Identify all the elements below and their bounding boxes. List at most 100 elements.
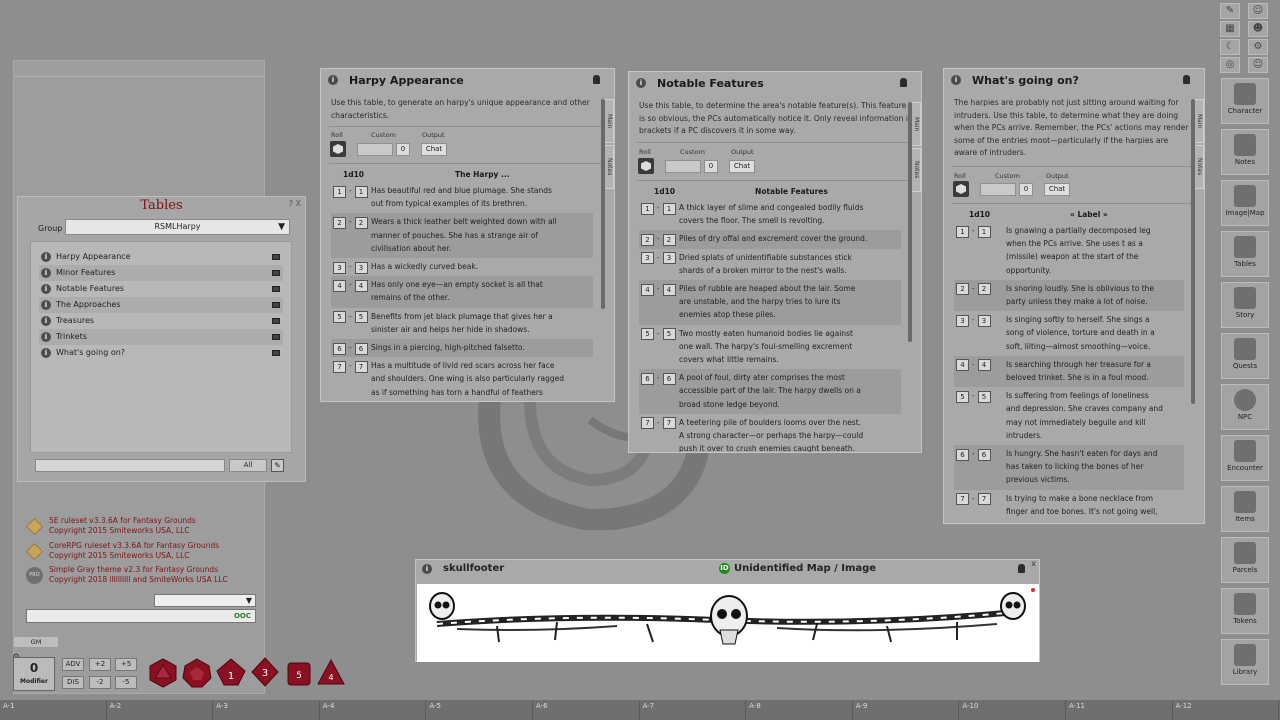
range-from-field[interactable]: 2 — [333, 217, 346, 229]
row-result-text[interactable]: Has only one eye—an empty socket is all … — [331, 276, 593, 307]
row-result-text[interactable]: Dried splats of unidentifiable substance… — [639, 249, 901, 280]
custom-mod-field[interactable]: 0 — [704, 160, 718, 173]
link-icon[interactable] — [272, 254, 280, 260]
custom-mod-field[interactable]: 0 — [1019, 183, 1033, 196]
range-from-field[interactable]: 1 — [333, 185, 346, 198]
list-item[interactable]: i Treasures — [39, 313, 283, 329]
row-result-text[interactable]: Benefits from jet black plumage that giv… — [331, 308, 593, 339]
link-icon[interactable] — [272, 286, 280, 292]
info-icon[interactable]: i — [328, 75, 338, 85]
range-to-field[interactable]: 4 — [977, 359, 991, 372]
link-icon[interactable] — [272, 270, 280, 276]
row-result-text[interactable]: Piles of rubble are heaped about the lai… — [639, 280, 901, 325]
sidebar-item-items[interactable]: Items — [1221, 486, 1269, 532]
range-to-field[interactable]: 7 — [977, 493, 991, 506]
scrollbar[interactable] — [908, 102, 912, 342]
chat-input[interactable]: OOC — [26, 609, 256, 623]
info-icon[interactable]: i — [422, 564, 432, 574]
range-to-field[interactable]: 5 — [662, 328, 676, 341]
range-to-field[interactable]: 5 — [977, 390, 991, 403]
range-to-field[interactable]: 4 — [354, 279, 368, 292]
info-icon[interactable]: i — [41, 332, 51, 342]
range-from-field[interactable]: 5 — [333, 311, 346, 324]
hotkey-slot[interactable]: A-7 — [640, 700, 747, 720]
scrollbar[interactable] — [601, 99, 605, 309]
list-item[interactable]: i Trinkets — [39, 329, 283, 345]
adv-button[interactable]: ADV — [62, 658, 84, 671]
range-to-field[interactable]: 3 — [662, 252, 676, 265]
row-result-text[interactable]: Has beautiful red and blue plumage. She … — [331, 182, 593, 213]
range-from-field[interactable]: 3 — [956, 314, 969, 327]
hotkey-slot[interactable]: A-1 — [0, 700, 107, 720]
row-result-text[interactable]: Piles of dry offal and excrement cover t… — [639, 230, 901, 248]
range-from-field[interactable]: 6 — [333, 342, 346, 355]
sidebar-item-tokens[interactable]: Tokens — [1221, 588, 1269, 634]
lock-icon[interactable] — [593, 75, 600, 84]
range-from-field[interactable]: 1 — [956, 225, 969, 238]
custom-dice-field[interactable] — [665, 160, 701, 173]
custom-mod-field[interactable]: 0 — [396, 143, 410, 156]
sidebar-item-quests[interactable]: Quests — [1221, 333, 1269, 379]
range-to-field[interactable]: 5 — [354, 311, 368, 324]
range-from-field[interactable]: 2 — [641, 234, 654, 246]
range-to-field[interactable]: 6 — [354, 342, 368, 355]
lock-icon[interactable] — [1183, 75, 1190, 84]
row-result-text[interactable]: Sings in a piercing, high-pitched falset… — [331, 339, 593, 357]
roll-dice-button[interactable] — [330, 141, 346, 157]
range-to-field[interactable]: 6 — [977, 448, 991, 461]
scrollbar[interactable] — [1191, 99, 1195, 404]
hotkey-slot[interactable]: A-11 — [1066, 700, 1173, 720]
user-outline-icon[interactable]: ☺ — [1248, 57, 1268, 73]
window-controls[interactable]: ? X — [289, 199, 301, 208]
row-result-text[interactable]: Has a wickedly curved beak. — [331, 258, 593, 276]
sidebar-item-tables[interactable]: Tables — [1221, 231, 1269, 277]
range-to-field[interactable]: 1 — [977, 225, 991, 238]
info-icon[interactable]: i — [41, 300, 51, 310]
d12-die-icon[interactable] — [182, 658, 212, 688]
range-from-field[interactable]: 6 — [641, 372, 654, 385]
link-icon[interactable] — [272, 350, 280, 356]
range-from-field[interactable]: 7 — [641, 417, 654, 430]
plus5-button[interactable]: +5 — [115, 658, 137, 671]
list-item[interactable]: i Minor Features — [39, 265, 283, 281]
sidebar-item-parcels[interactable]: Parcels — [1221, 537, 1269, 583]
sidebar-item-notes[interactable]: Notes — [1221, 129, 1269, 175]
hotkey-slot[interactable]: A-10 — [959, 700, 1066, 720]
roll-dice-button[interactable] — [638, 158, 654, 174]
hotkey-slot[interactable]: A-12 — [1173, 700, 1280, 720]
filter-all-button[interactable]: All — [229, 459, 267, 472]
group-select[interactable]: RSMLHarpy ▼ — [65, 219, 290, 235]
range-from-field[interactable]: 7 — [333, 360, 346, 373]
map-image[interactable] — [417, 584, 1039, 662]
range-from-field[interactable]: 5 — [956, 390, 969, 403]
id-badge-icon[interactable]: ID — [719, 563, 730, 574]
range-to-field[interactable]: 7 — [662, 417, 676, 430]
range-to-field[interactable]: 1 — [354, 185, 368, 198]
sidebar-item-npc[interactable]: NPC — [1221, 384, 1269, 430]
list-item[interactable]: i Notable Features — [39, 281, 283, 297]
info-icon[interactable]: i — [41, 252, 51, 262]
output-chat-button[interactable]: Chat — [421, 143, 447, 156]
d6-die-icon[interactable]: 5 — [284, 659, 314, 689]
hotkey-slot[interactable]: A-2 — [107, 700, 214, 720]
hotkey-slot[interactable]: A-5 — [426, 700, 533, 720]
range-from-field[interactable]: 2 — [956, 283, 969, 296]
row-result-text[interactable]: A thick layer of slime and congealed bod… — [639, 199, 901, 230]
info-icon[interactable]: i — [41, 316, 51, 326]
edit-icon[interactable]: ✎ — [271, 459, 284, 472]
row-result-text[interactable]: Has a multitude of livid red scars acros… — [331, 357, 593, 401]
sidebar-item-library[interactable]: Library — [1221, 639, 1269, 685]
search-input[interactable] — [35, 459, 225, 472]
row-result-text[interactable]: A pool of foul, dirty ater comprises the… — [639, 369, 901, 414]
sidebar-item-character[interactable]: Character — [1221, 78, 1269, 124]
link-icon[interactable] — [272, 334, 280, 340]
range-from-field[interactable]: 6 — [956, 448, 969, 461]
dis-button[interactable]: DIS — [62, 676, 84, 689]
custom-dice-field[interactable] — [357, 143, 393, 156]
info-icon[interactable]: i — [636, 78, 646, 88]
hotkey-slot[interactable]: A-6 — [533, 700, 640, 720]
info-icon[interactable]: i — [41, 284, 51, 294]
range-from-field[interactable]: 4 — [333, 279, 346, 292]
list-item[interactable]: i What's going on? — [39, 345, 283, 361]
hotkey-slot[interactable]: A-9 — [853, 700, 960, 720]
